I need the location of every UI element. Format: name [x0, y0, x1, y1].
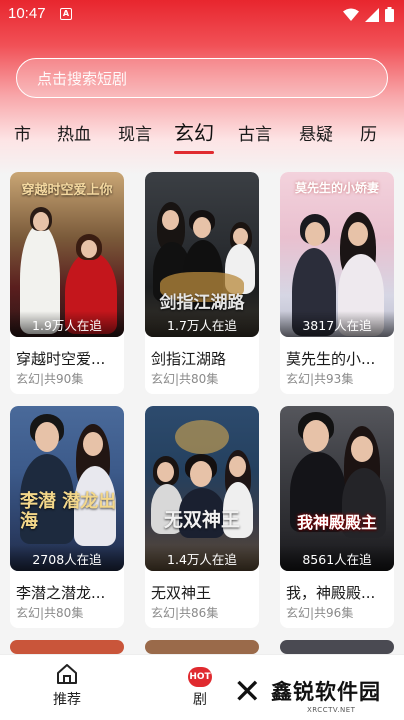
tab-guyan[interactable]: 古言: [238, 116, 272, 145]
search-input[interactable]: 点击搜索短剧: [16, 58, 388, 98]
poster-title: 莫先生的小娇妻: [294, 181, 379, 195]
card-title: 莫先生的小...: [286, 350, 376, 368]
poster-title: 穿越时空爱上你: [21, 183, 113, 198]
view-count: 8561人在追: [280, 545, 394, 571]
tab-partial-right[interactable]: 历: [360, 116, 377, 145]
view-count: 1.9万人在追: [10, 311, 124, 337]
nav-recommend-label: 推荐: [53, 692, 81, 708]
card-title: 剑指江湖路: [151, 350, 227, 368]
poster-title: 剑指江湖路: [159, 293, 245, 313]
drama-poster: 李潜 潜龙出海 2708人在追: [10, 406, 124, 571]
drama-card[interactable]: 剑指江湖路 1.7万人在追 剑指江湖路 玄幻|共80集: [145, 172, 259, 394]
drama-card-partial[interactable]: [280, 640, 394, 654]
card-subtitle: 玄幻|共86集: [151, 606, 219, 620]
card-subtitle: 玄幻|共93集: [286, 372, 354, 386]
drama-poster: 无双神王 1.4万人在追: [145, 406, 259, 571]
card-title: 李潜之潜龙...: [16, 584, 106, 602]
status-bar: 10:47 A: [0, 0, 404, 30]
drama-card[interactable]: 无双神王 1.4万人在追 无双神王 玄幻|共86集: [145, 406, 259, 628]
tab-partial-left[interactable]: 市: [14, 116, 31, 145]
battery-icon: [385, 7, 394, 22]
tab-rexue[interactable]: 热血: [57, 116, 91, 145]
tab-xuanyi[interactable]: 悬疑: [299, 116, 333, 145]
drama-card[interactable]: 穿越时空爱上你 1.9万人在追 穿越时空爱... 玄幻|共90集: [10, 172, 124, 394]
drama-poster: 剑指江湖路 1.7万人在追: [145, 172, 259, 337]
tab-xianyan[interactable]: 现言: [118, 116, 152, 145]
view-count: 3817人在追: [280, 311, 394, 337]
search-placeholder: 点击搜索短剧: [37, 69, 128, 88]
drama-card-partial[interactable]: [10, 640, 124, 654]
category-tabs: 市 热血 现言 玄幻 古言 悬疑 历: [0, 116, 404, 156]
card-subtitle: 玄幻|共90集: [16, 372, 84, 386]
card-title: 我，神殿殿...: [286, 584, 376, 602]
drama-card[interactable]: 莫先生的小娇妻 3817人在追 莫先生的小... 玄幻|共93集: [280, 172, 394, 394]
drama-card-partial[interactable]: [145, 640, 259, 654]
card-title: 无双神王: [151, 584, 212, 602]
poster-title: 无双神王: [163, 509, 240, 531]
watermark-logo: ✕ 鑫锐软件园 XRCCTV.NET: [225, 662, 404, 720]
card-subtitle: 玄幻|共80集: [151, 372, 219, 386]
nav-recommend[interactable]: 推荐: [32, 661, 102, 709]
view-count: 2708人在追: [10, 545, 124, 571]
home-icon: [57, 664, 77, 684]
wifi-icon: [343, 8, 359, 21]
drama-card[interactable]: 我神殿殿主 8561人在追 我，神殿殿... 玄幻|共96集: [280, 406, 394, 628]
drama-poster: 我神殿殿主 8561人在追: [280, 406, 394, 571]
hot-badge: HOT: [188, 667, 212, 687]
card-title: 穿越时空爱...: [16, 350, 106, 368]
drama-poster: 莫先生的小娇妻 3817人在追: [280, 172, 394, 337]
view-count: 1.7万人在追: [145, 311, 259, 337]
view-count: 1.4万人在追: [145, 545, 259, 571]
drama-poster: 穿越时空爱上你 1.9万人在追: [10, 172, 124, 337]
signal-icon: [365, 7, 379, 22]
notification-icon: A: [60, 8, 72, 20]
poster-title: 我神殿殿主: [296, 513, 377, 532]
card-subtitle: 玄幻|共96集: [286, 606, 354, 620]
watermark-x-icon: ✕: [233, 672, 262, 712]
status-time: 10:47: [8, 5, 46, 22]
poster-title: 李潜 潜龙出海: [20, 491, 117, 532]
drama-card[interactable]: 李潜 潜龙出海 2708人在追 李潜之潜龙... 玄幻|共80集: [10, 406, 124, 628]
watermark-url: XRCCTV.NET: [307, 706, 356, 714]
tab-xuanhuan[interactable]: 玄幻: [174, 116, 214, 154]
watermark-brand: 鑫锐软件园: [271, 680, 381, 704]
card-subtitle: 玄幻|共80集: [16, 606, 84, 620]
